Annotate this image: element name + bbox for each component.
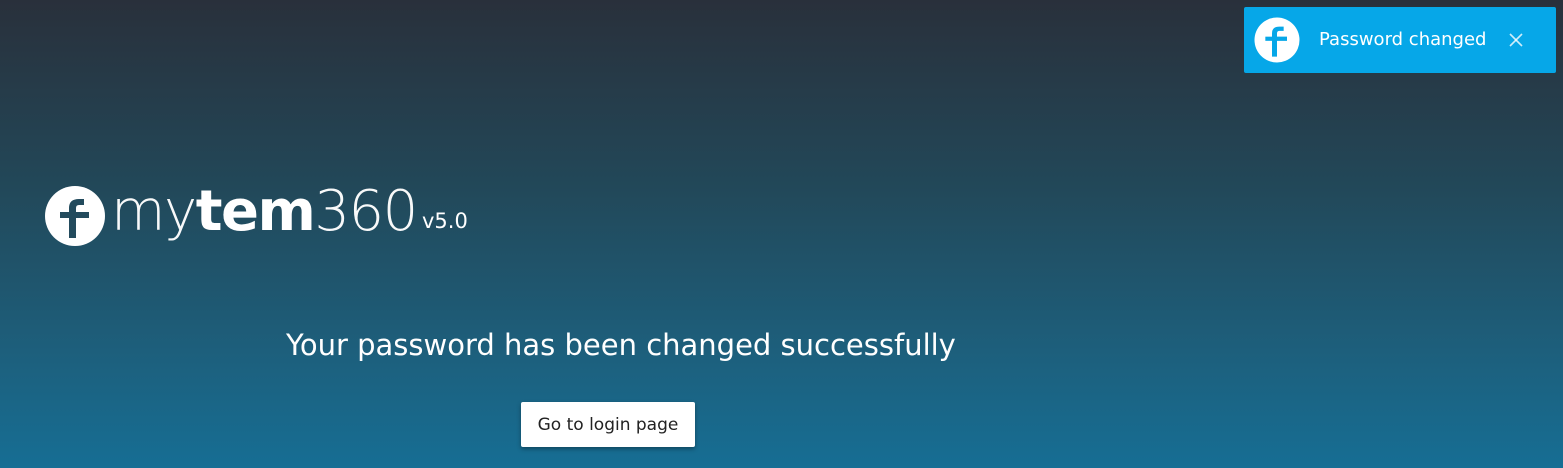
go-to-login-button[interactable]: Go to login page — [521, 402, 695, 447]
mytem-logo-icon — [1254, 17, 1300, 63]
brand-name-bold: tem — [195, 179, 316, 244]
brand-name-suffix: 360 — [314, 179, 418, 244]
close-icon[interactable] — [1506, 30, 1526, 50]
brand-name-prefix: my — [111, 179, 197, 244]
mytem-logo-icon — [45, 186, 105, 246]
toast-message: Password changed — [1319, 29, 1487, 50]
brand-wordmark: mytem360 — [111, 179, 418, 245]
version-label: v5.0 — [422, 209, 468, 233]
toast-notification: Password changed — [1244, 7, 1556, 73]
success-message: Your password has been changed successfu… — [286, 328, 956, 362]
